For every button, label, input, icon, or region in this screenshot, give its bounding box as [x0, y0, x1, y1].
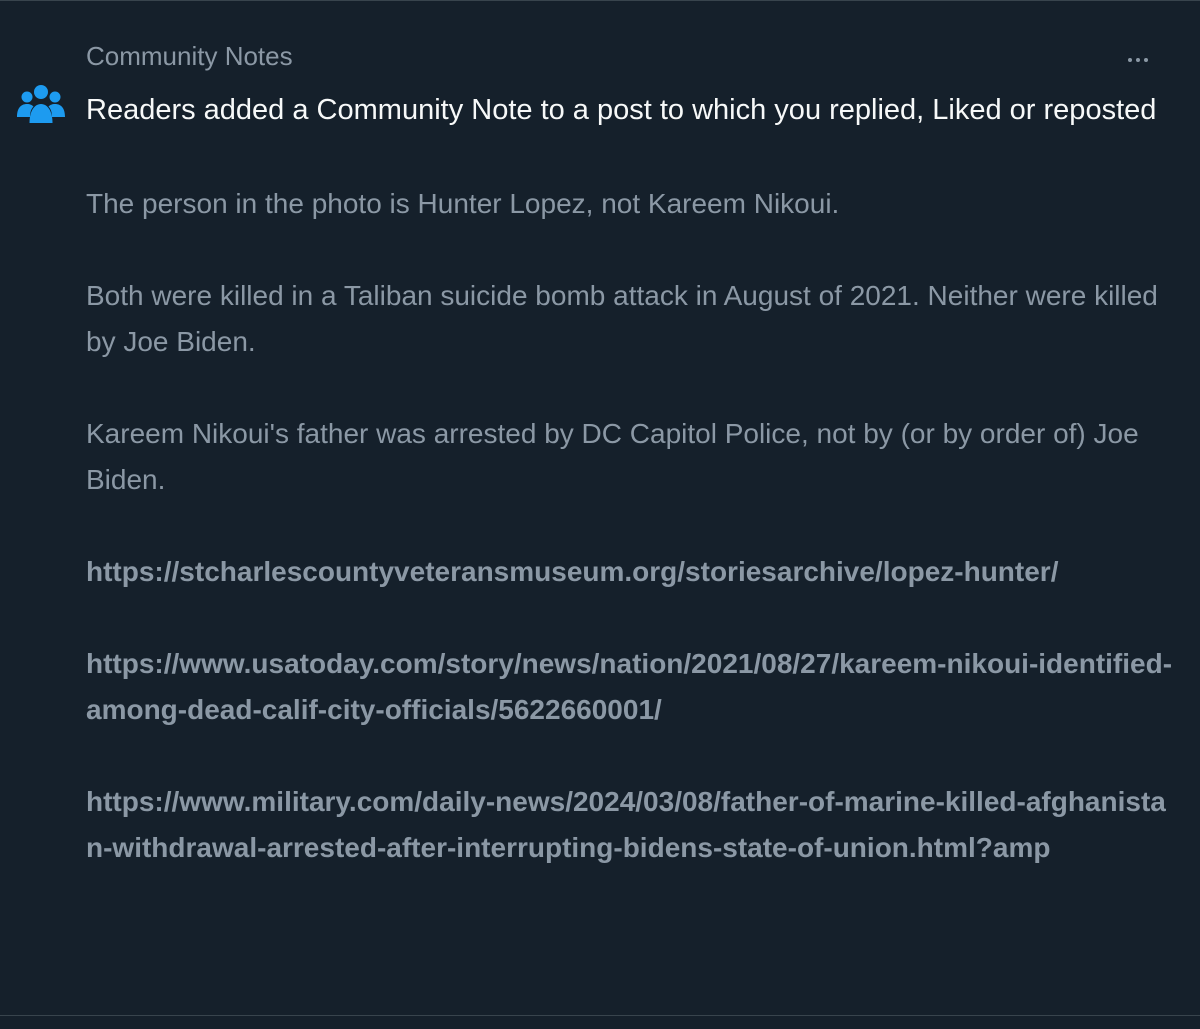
more-dot — [1136, 58, 1140, 62]
source-link[interactable]: https://www.usatoday.com/story/news/nati… — [86, 641, 1176, 733]
more-dot — [1144, 58, 1148, 62]
more-options-icon[interactable] — [1120, 45, 1156, 75]
more-dot — [1128, 58, 1132, 62]
people-group-icon — [17, 85, 65, 123]
source-link[interactable]: https://stcharlescountyveteransmuseum.or… — [86, 549, 1176, 595]
note-paragraph: The person in the photo is Hunter Lopez,… — [86, 188, 840, 219]
source-link[interactable]: https://www.military.com/daily-news/2024… — [86, 779, 1176, 871]
community-note-notification[interactable]: Community Notes Readers added a Communit… — [0, 0, 1200, 1016]
notification-headline: Readers added a Community Note to a post… — [86, 94, 1157, 126]
notification-type-label: Community Notes — [86, 41, 293, 71]
note-paragraph: Both were killed in a Taliban suicide bo… — [86, 280, 1158, 357]
community-note-body: The person in the photo is Hunter Lopez,… — [86, 181, 1176, 871]
note-paragraph: Kareem Nikoui's father was arrested by D… — [86, 418, 1139, 495]
